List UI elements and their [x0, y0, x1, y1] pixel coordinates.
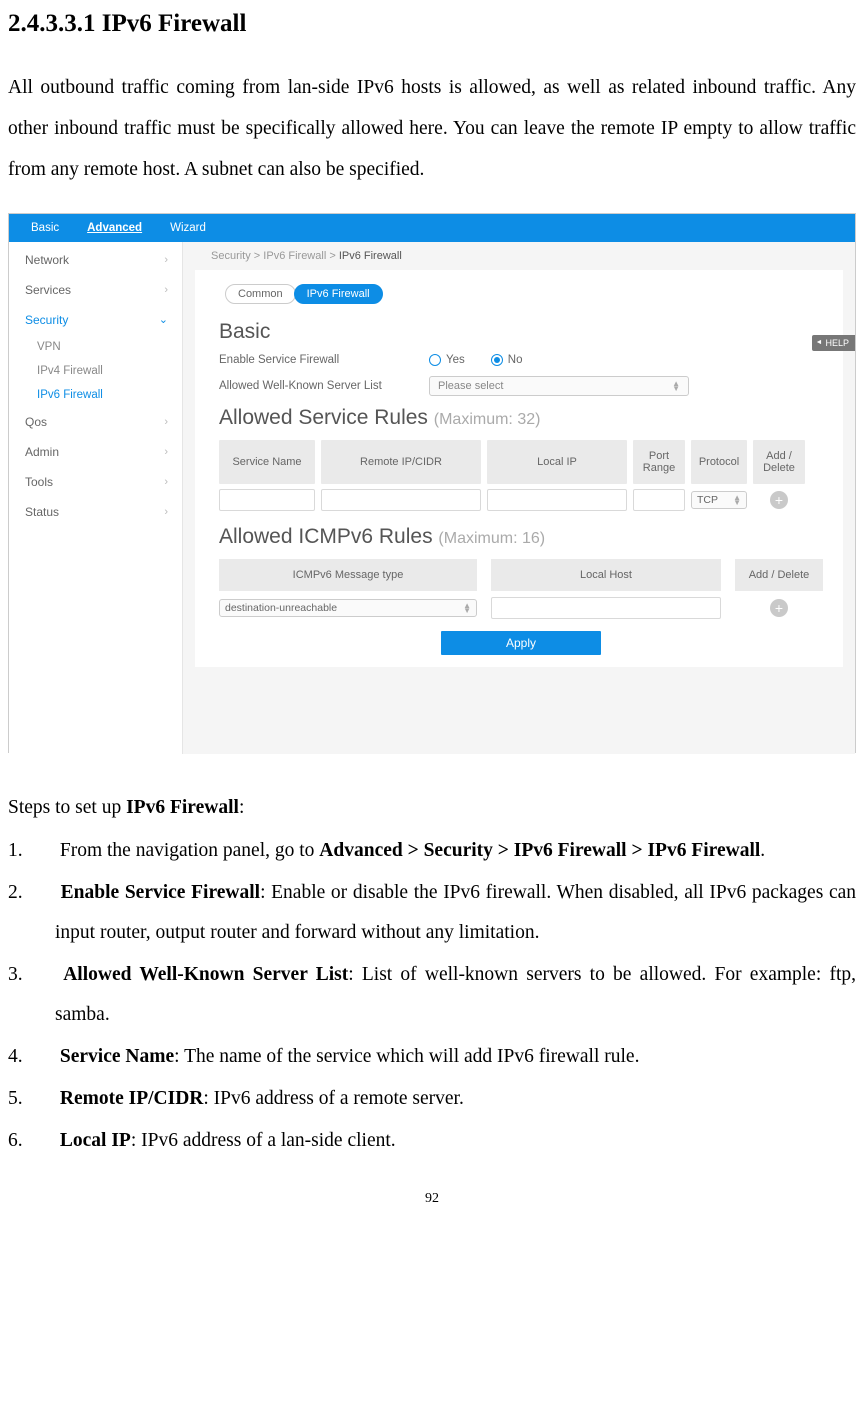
icmp-type-value: destination-unreachable [225, 602, 337, 614]
sidebar-label: Qos [25, 415, 47, 429]
step-4: Service Name: The name of the service wh… [8, 1037, 856, 1077]
sidebar-sub-vpn[interactable]: VPN [9, 335, 182, 359]
breadcrumb-part: IPv6 Firewall [263, 250, 326, 262]
col-icmp-type: ICMPv6 Message type [219, 559, 477, 591]
steps-intro: Steps to set up IPv6 Firewall: [8, 788, 856, 827]
chevron-right-icon: › [164, 506, 168, 518]
radio-yes[interactable]: Yes [429, 354, 465, 366]
col-remote-ip: Remote IP/CIDR [321, 440, 481, 484]
sidebar-label: Status [25, 505, 59, 519]
radio-no[interactable]: No [491, 354, 523, 366]
port-range-input[interactable] [633, 489, 685, 511]
chevron-down-icon: ⌄ [159, 313, 168, 326]
settings-panel: Common IPv6 Firewall Basic Enable Servic… [195, 270, 843, 667]
sidebar-label: Security [25, 313, 68, 327]
page-number: 92 [8, 1191, 856, 1207]
step-1: From the navigation panel, go to Advance… [8, 831, 856, 871]
nav-advanced[interactable]: Advanced [73, 214, 156, 242]
section-heading: 2.4.3.3.1 IPv6 Firewall [8, 10, 856, 38]
breadcrumb-current: IPv6 Firewall [339, 250, 402, 262]
tab-common[interactable]: Common [225, 284, 296, 304]
allowed-list-label: Allowed Well-Known Server List [219, 380, 429, 392]
section-basic-title: Basic [219, 320, 823, 344]
radio-yes-label: Yes [446, 354, 465, 366]
add-icmp-rule-button[interactable]: + [770, 599, 788, 617]
tabs: Common IPv6 Firewall [219, 284, 823, 304]
chevron-right-icon: › [164, 446, 168, 458]
select-placeholder: Please select [438, 380, 503, 392]
chevron-right-icon: › [164, 254, 168, 266]
plus-icon: + [775, 492, 783, 508]
tab-ipv6-firewall[interactable]: IPv6 Firewall [294, 284, 383, 304]
sidebar-label: Network [25, 253, 69, 267]
chevron-right-icon: › [164, 416, 168, 428]
col-port-range: Port Range [633, 440, 685, 484]
steps-list: From the navigation panel, go to Advance… [8, 831, 856, 1161]
protocol-value: TCP [697, 494, 718, 506]
service-name-input[interactable] [219, 489, 315, 511]
nav-basic[interactable]: Basic [17, 214, 73, 242]
protocol-select[interactable]: TCP ▲▼ [691, 491, 747, 509]
step-5: Remote IP/CIDR: IPv6 address of a remote… [8, 1079, 856, 1119]
sidebar-item-services[interactable]: Services › [9, 275, 182, 305]
local-ip-input[interactable] [487, 489, 627, 511]
sidebar-sub-ipv4-firewall[interactable]: IPv4 Firewall [9, 359, 182, 383]
sidebar: Network › Services › Security ⌄ VPN IPv4… [9, 242, 183, 754]
radio-no-label: No [508, 354, 523, 366]
sidebar-sub-ipv6-firewall[interactable]: IPv6 Firewall [9, 383, 182, 407]
step-3: Allowed Well-Known Server List: List of … [8, 955, 856, 1035]
updown-icon: ▲▼ [733, 495, 741, 505]
help-label: HELP [825, 338, 849, 348]
breadcrumb: Security > IPv6 Firewall > IPv6 Firewall [183, 246, 855, 270]
col-icmp-host: Local Host [491, 559, 721, 591]
sidebar-item-qos[interactable]: Qos › [9, 407, 182, 437]
chevron-right-icon: › [164, 284, 168, 296]
step-6: Local IP: IPv6 address of a lan-side cli… [8, 1121, 856, 1161]
sidebar-item-security[interactable]: Security ⌄ [9, 305, 182, 335]
col-add-delete: Add / Delete [753, 440, 805, 484]
enable-firewall-label: Enable Service Firewall [219, 354, 429, 366]
updown-icon: ▲▼ [463, 603, 471, 613]
col-service-name: Service Name [219, 440, 315, 484]
section-icmp-title: Allowed ICMPv6 Rules (Maximum: 16) [219, 525, 823, 549]
step-2: Enable Service Firewall: Enable or disab… [8, 873, 856, 953]
sidebar-item-status[interactable]: Status › [9, 497, 182, 527]
icmp-local-host-input[interactable] [491, 597, 721, 619]
help-button[interactable]: HELP [812, 335, 855, 351]
intro-paragraph: All outbound traffic coming from lan-sid… [8, 68, 856, 191]
apply-button[interactable]: Apply [441, 631, 601, 655]
content-area: Security > IPv6 Firewall > IPv6 Firewall… [183, 242, 855, 754]
updown-icon: ▲▼ [672, 381, 680, 391]
add-rule-button[interactable]: + [770, 491, 788, 509]
sidebar-item-network[interactable]: Network › [9, 245, 182, 275]
sidebar-item-admin[interactable]: Admin › [9, 437, 182, 467]
col-local-ip: Local IP [487, 440, 627, 484]
sidebar-label: Services [25, 283, 71, 297]
allowed-server-select[interactable]: Please select ▲▼ [429, 376, 689, 396]
sidebar-item-tools[interactable]: Tools › [9, 467, 182, 497]
sidebar-label: Tools [25, 475, 53, 489]
icmp-type-select[interactable]: destination-unreachable ▲▼ [219, 599, 477, 617]
top-nav: Basic Advanced Wizard [9, 214, 855, 242]
remote-ip-input[interactable] [321, 489, 481, 511]
router-ui-screenshot: Basic Advanced Wizard Network › Services… [8, 213, 856, 753]
breadcrumb-part: Security [211, 250, 251, 262]
sidebar-label: Admin [25, 445, 59, 459]
section-rules-title: Allowed Service Rules (Maximum: 32) [219, 406, 823, 430]
col-protocol: Protocol [691, 440, 747, 484]
nav-wizard[interactable]: Wizard [156, 214, 220, 242]
chevron-right-icon: › [164, 476, 168, 488]
plus-icon: + [775, 600, 783, 616]
col-icmp-add: Add / Delete [735, 559, 823, 591]
